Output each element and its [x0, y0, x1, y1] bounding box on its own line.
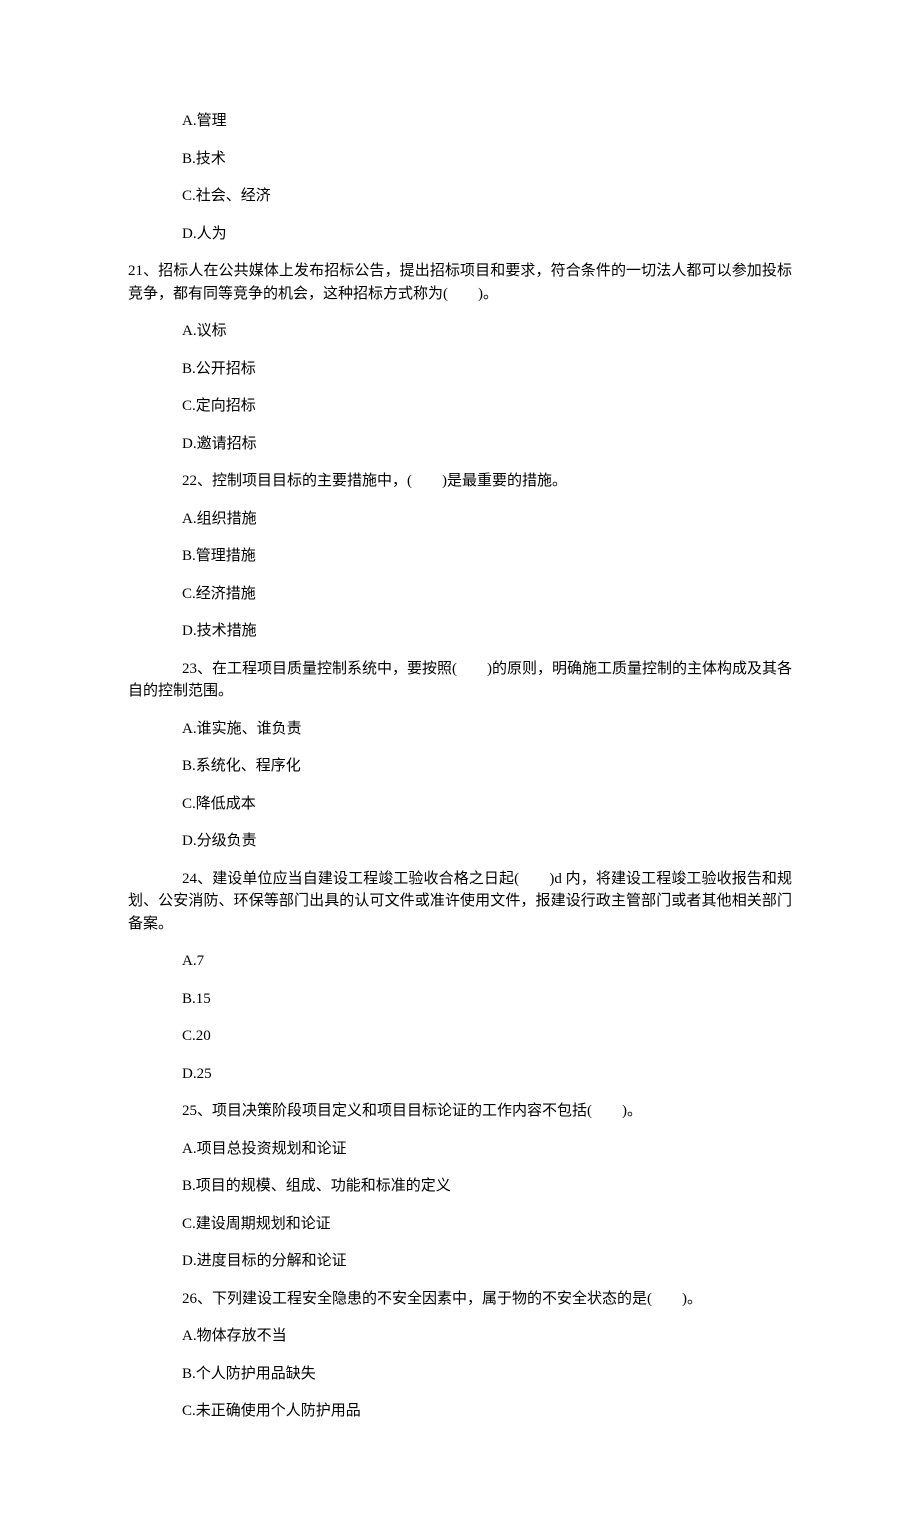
- q24-option-d: D.25: [128, 1063, 792, 1086]
- q25-stem: 25、项目决策阶段项目定义和项目目标论证的工作内容不包括( )。: [128, 1100, 792, 1123]
- q20-option-c: C.社会、经济: [128, 185, 792, 208]
- q22-option-a: A.组织措施: [128, 508, 792, 531]
- q26-option-a: A.物体存放不当: [128, 1325, 792, 1348]
- q22-stem: 22、控制项目目标的主要措施中，( )是最重要的措施。: [128, 470, 792, 493]
- q26-stem: 26、下列建设工程安全隐患的不安全因素中，属于物的不安全状态的是( )。: [128, 1288, 792, 1311]
- q21-option-a: A.议标: [128, 320, 792, 343]
- q21-stem: 21、招标人在公共媒体上发布招标公告，提出招标项目和要求，符合条件的一切法人都可…: [128, 260, 792, 305]
- q26-option-c: C.未正确使用个人防护用品: [128, 1400, 792, 1423]
- q20-option-d: D.人为: [128, 223, 792, 246]
- q26-option-b: B.个人防护用品缺失: [128, 1363, 792, 1386]
- q23-stem: 23、在工程项目质量控制系统中，要按照( )的原则，明确施工质量控制的主体构成及…: [128, 658, 792, 703]
- q20-option-a: A.管理: [128, 110, 792, 133]
- q23-option-c: C.降低成本: [128, 793, 792, 816]
- q24-stem: 24、建设单位应当自建设工程竣工验收合格之日起( )d 内，将建设工程竣工验收报…: [128, 868, 792, 936]
- q21-option-b: B.公开招标: [128, 358, 792, 381]
- q23-option-a: A.谁实施、谁负责: [128, 718, 792, 741]
- q25-option-d: D.进度目标的分解和论证: [128, 1250, 792, 1273]
- q23-option-d: D.分级负责: [128, 830, 792, 853]
- q25-option-a: A.项目总投资规划和论证: [128, 1138, 792, 1161]
- q25-option-b: B.项目的规模、组成、功能和标准的定义: [128, 1175, 792, 1198]
- q24-option-b: B.15: [128, 988, 792, 1011]
- q24-option-a: A.7: [128, 950, 792, 973]
- q21-option-c: C.定向招标: [128, 395, 792, 418]
- q22-option-b: B.管理措施: [128, 545, 792, 568]
- q20-option-b: B.技术: [128, 148, 792, 171]
- q22-option-d: D.技术措施: [128, 620, 792, 643]
- q24-option-c: C.20: [128, 1025, 792, 1048]
- q21-option-d: D.邀请招标: [128, 433, 792, 456]
- q25-option-c: C.建设周期规划和论证: [128, 1213, 792, 1236]
- q23-option-b: B.系统化、程序化: [128, 755, 792, 778]
- q22-option-c: C.经济措施: [128, 583, 792, 606]
